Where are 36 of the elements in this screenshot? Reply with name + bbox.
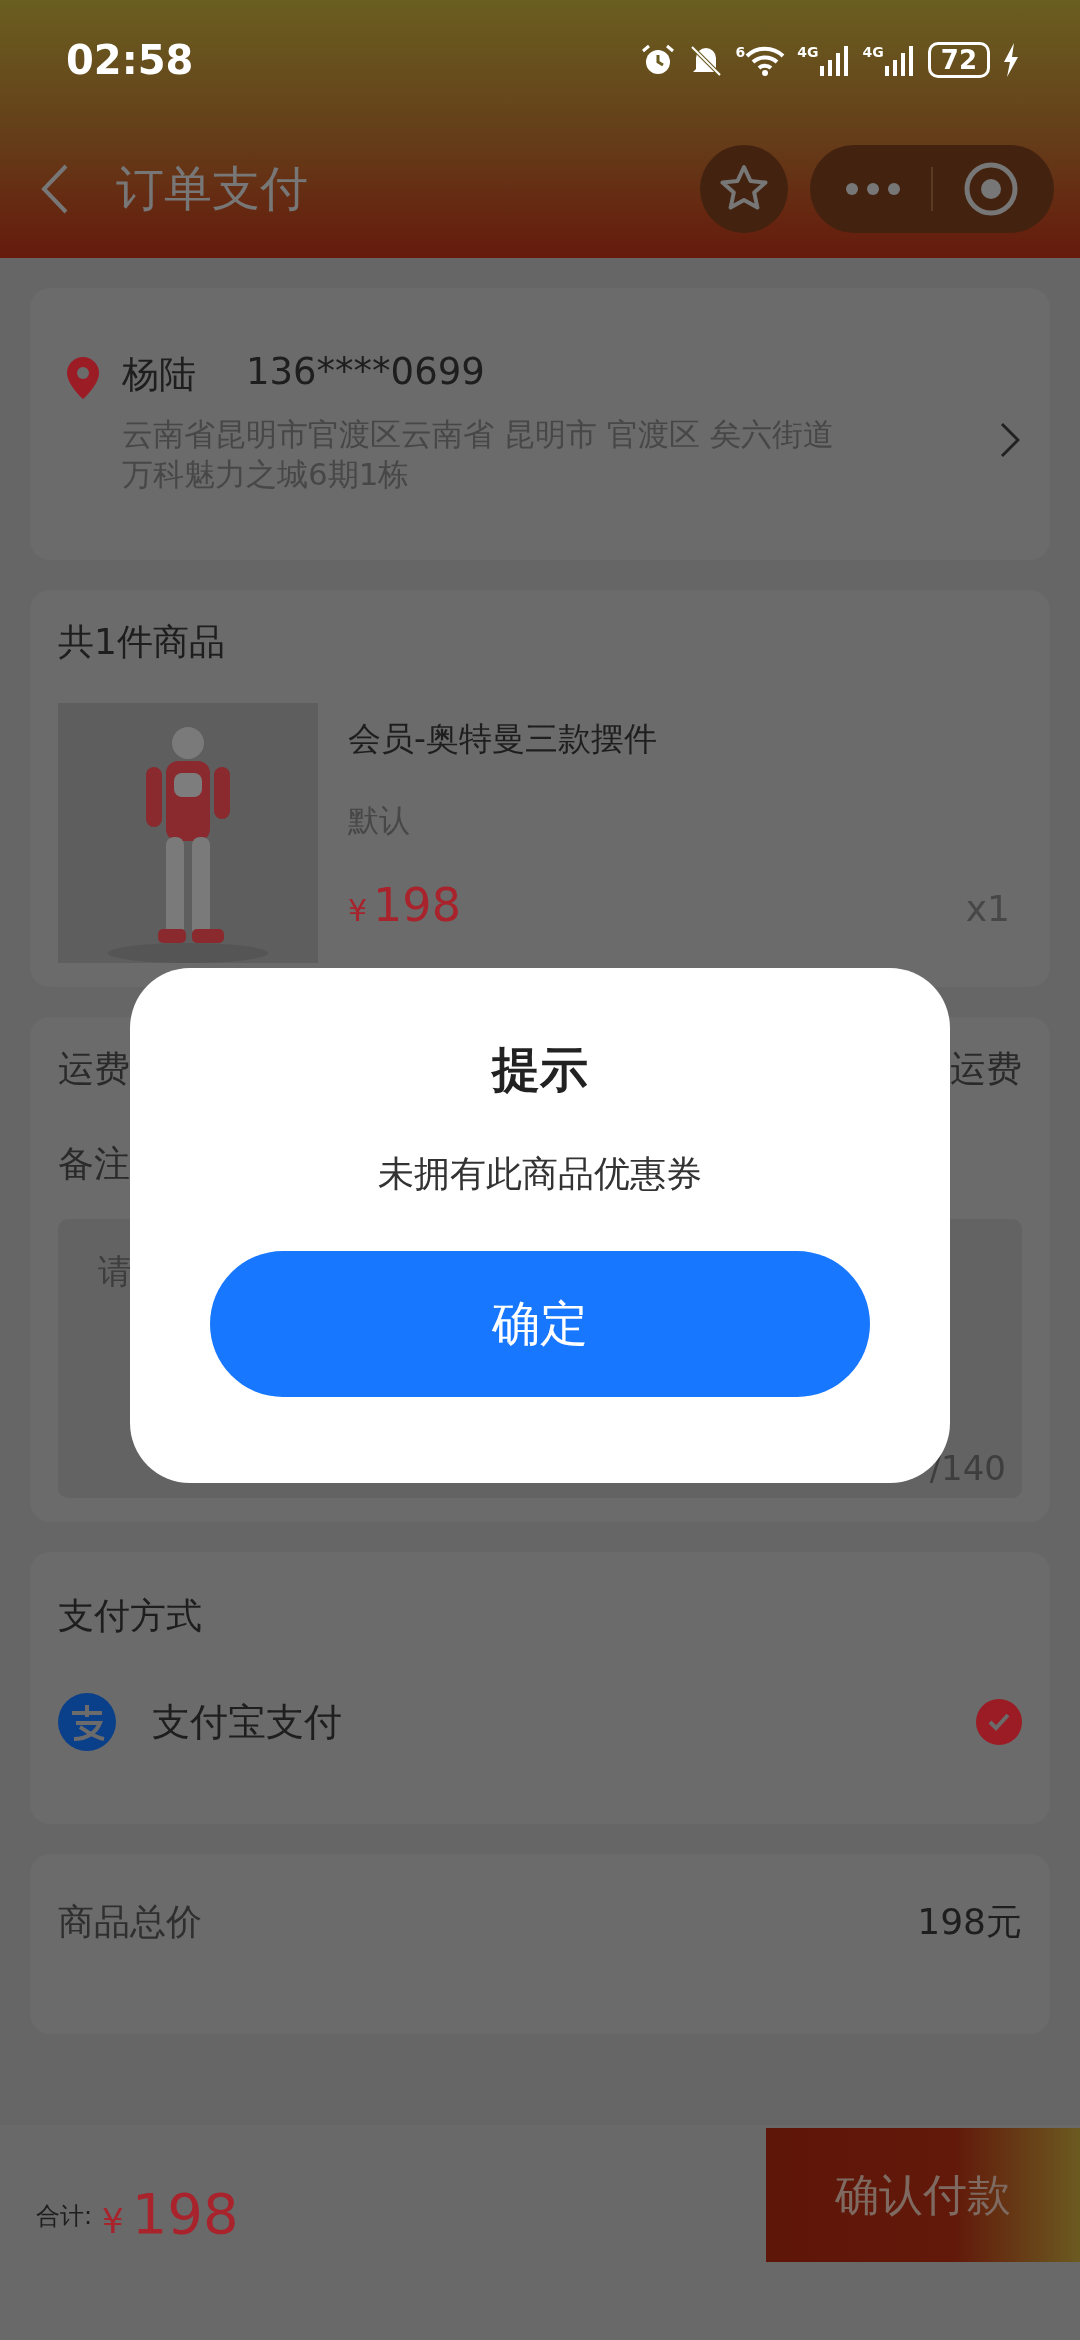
goods-count-title: 共1件商品: [58, 620, 226, 664]
payment-title: 支付方式: [58, 1594, 203, 1638]
alarm-icon: [639, 43, 676, 77]
total-price-value: 198元: [917, 1900, 1022, 1944]
confirm-payment-button[interactable]: 确认付款: [766, 2128, 1080, 2262]
location-pin-icon: [66, 356, 100, 400]
charging-icon: [1002, 43, 1020, 77]
total-label: 合计:: [36, 2201, 93, 2232]
wifi-badge-label: 6: [735, 44, 746, 60]
total-price-label: 商品总价: [58, 1900, 202, 1944]
payment-method-name[interactable]: 支付宝支付: [152, 1696, 976, 1748]
total-amount: ¥198: [102, 2181, 240, 2246]
chevron-right-icon: [1000, 422, 1020, 458]
network-label: 4G: [797, 44, 819, 60]
recipient-phone: 136****0699: [246, 350, 485, 395]
product-price: ¥198: [348, 878, 461, 932]
payment-logo-icon: [58, 1693, 116, 1751]
page-title: 订单支付: [116, 159, 309, 218]
back-icon[interactable]: [40, 164, 70, 214]
battery-level: 72: [927, 42, 990, 78]
wifi-icon: [745, 44, 786, 76]
more-icon[interactable]: [845, 182, 901, 196]
recipient-name: 杨陆: [122, 352, 196, 398]
signal-icon: [818, 44, 851, 76]
selected-check[interactable]: [976, 1699, 1022, 1745]
confirm-button[interactable]: 确定: [210, 1251, 870, 1397]
product-name: 会员-奥特曼三款摆件: [348, 718, 658, 760]
dialog-title: 提示: [492, 1040, 588, 1099]
freight-value: 运费: [950, 1047, 1022, 1091]
network-label: 4G: [862, 44, 884, 60]
check-icon: [987, 1712, 1011, 1732]
status-time: 02:58: [66, 37, 194, 83]
freight-label: 运费: [58, 1047, 130, 1091]
signal-icon: [883, 44, 916, 76]
remark-label: 备注: [58, 1142, 130, 1186]
dialog-message: 未拥有此商品优惠券: [378, 1152, 702, 1196]
